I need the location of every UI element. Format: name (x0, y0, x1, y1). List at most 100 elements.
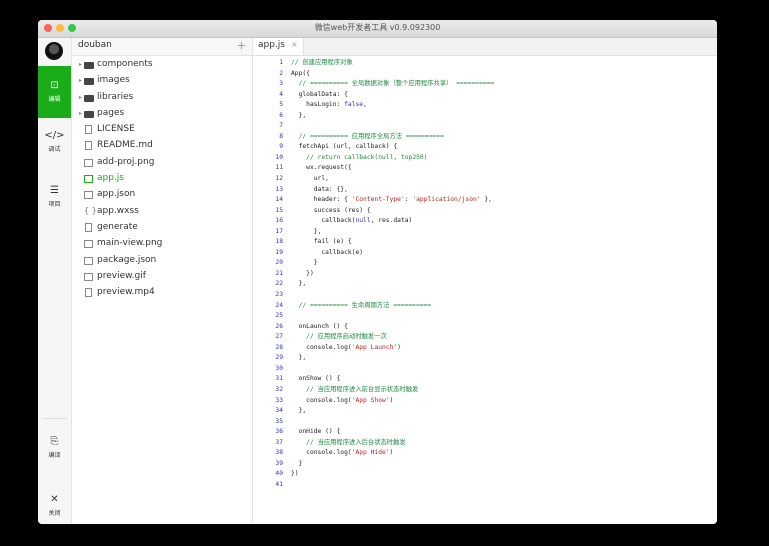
tab-close-icon[interactable]: × (291, 40, 298, 49)
file-tree-item[interactable]: add-proj.png (72, 156, 252, 172)
activity-label: 编辑 (48, 96, 61, 103)
code-text: // 应用程序启动时触发一次 (291, 333, 387, 341)
file-name: app.wxss (97, 205, 139, 216)
image-file-icon (84, 272, 93, 281)
code-line: 38 console.log('App Hide') (253, 448, 717, 459)
code-text: fetchApi (url, callback) { (291, 143, 398, 151)
code-line: 39 } (253, 459, 717, 470)
file-name: package.json (97, 254, 157, 265)
code-line: 8 // ========== 应用程序全局方法 ========== (253, 132, 717, 143)
file-tree-item[interactable]: main-view.png (72, 237, 252, 253)
project-name: douban (78, 40, 112, 50)
chevron-right-icon[interactable]: ▸ (79, 94, 82, 101)
file-tree-item[interactable]: { } app.wxss (72, 205, 252, 221)
file-name: preview.mp4 (97, 287, 155, 298)
file-tree-item[interactable]: app.json (72, 188, 252, 204)
file-name: main-view.png (97, 238, 163, 249)
activity-label: 编译 (48, 452, 61, 459)
code-text: success (res) { (291, 206, 371, 214)
line-number: 9 (279, 143, 283, 151)
code-line: 11 wx.request({ (253, 163, 717, 174)
file-tree-item[interactable]: app.js (72, 172, 252, 188)
activity-editor-button[interactable]: ⊡ 编辑 (38, 66, 71, 118)
code-line: 10 // return callback(null, top250) (253, 153, 717, 164)
file-name: README.md (97, 140, 153, 151)
file-tree-item[interactable]: README.md (72, 139, 252, 155)
file-tree-item[interactable]: generate (72, 221, 252, 237)
activity-project-button[interactable]: ☰ 项目 (38, 179, 71, 219)
debug-icon: </> (44, 130, 65, 141)
file-tree-item[interactable]: ▸ libraries (72, 91, 252, 107)
title-bar: 微信web开发者工具 v0.9.092300 (38, 20, 717, 38)
file-tree-item[interactable]: ▸ pages (72, 107, 252, 123)
activity-label: 关闭 (48, 510, 61, 517)
file-tree-item[interactable]: ▸ images (72, 74, 252, 90)
code-line: 28 console.log('App Launch') (253, 343, 717, 354)
code-text: }) (291, 269, 314, 277)
code-text: header: { 'Content-Type': 'application/j… (291, 196, 492, 204)
tab-app-js[interactable]: app.js × (253, 38, 304, 55)
file-tree-item[interactable]: preview.gif (72, 270, 252, 286)
file-tree-item[interactable]: package.json (72, 254, 252, 270)
code-text: console.log('App Show') (291, 396, 394, 404)
code-line: 15 success (res) { (253, 206, 717, 217)
folder-icon (84, 78, 94, 86)
line-number: 29 (275, 354, 283, 362)
file-name: app.js (97, 173, 124, 184)
line-number: 34 (275, 407, 283, 415)
image-file-icon (84, 240, 93, 249)
code-area[interactable]: 1 // 创建应用程序对象 2 App({3 // ========== 全局数据对象… (253, 58, 717, 490)
code-text: }, (291, 354, 307, 362)
file-name: components (97, 59, 153, 69)
code-line: 12 url, (253, 174, 717, 185)
activity-close-button[interactable]: ✕ 关闭 (38, 488, 71, 524)
code-text: console.log('App Launch') (291, 343, 401, 351)
line-number: 39 (275, 459, 283, 467)
code-line: 32 // 当应用程序进入前台显示状态时触发 (253, 385, 717, 396)
add-file-button[interactable]: + (237, 39, 246, 52)
line-number: 22 (275, 280, 283, 288)
line-number: 3 (279, 80, 283, 88)
code-text: } (291, 459, 303, 467)
window-title: 微信web开发者工具 v0.9.092300 (314, 23, 441, 32)
code-line: 27 // 应用程序启动时触发一次 (253, 332, 717, 343)
line-number: 2 (279, 69, 283, 77)
tab-bar: app.js × (253, 38, 717, 56)
line-number: 11 (275, 164, 283, 172)
code-editor: app.js × 1 // 创建应用程序对象 2 App({3 // ========… (253, 38, 717, 524)
line-number: 8 (279, 132, 283, 140)
line-number: 7 (279, 122, 283, 130)
file-tree-item[interactable]: LICENSE (72, 123, 252, 139)
line-number: 36 (275, 428, 283, 436)
chevron-right-icon[interactable]: ▸ (79, 77, 82, 84)
code-line: 19 callback(e) (253, 248, 717, 259)
code-line: 2 App({ (253, 69, 717, 80)
image-file-icon (84, 175, 93, 184)
code-line: 13 data: {}, (253, 185, 717, 196)
code-line: 23 (253, 290, 717, 301)
line-number: 35 (275, 417, 283, 425)
code-text: console.log('App Hide') (291, 449, 394, 457)
chevron-right-icon[interactable]: ▸ (79, 110, 82, 117)
file-tree-item[interactable]: ▸ components (72, 58, 252, 74)
code-line: 33 console.log('App Show') (253, 396, 717, 407)
code-line: 36 onHide () { (253, 427, 717, 438)
code-text: callback(e) (291, 248, 364, 256)
line-number: 18 (275, 238, 283, 246)
code-line: 14 header: { 'Content-Type': 'applicatio… (253, 195, 717, 206)
avatar[interactable] (45, 42, 63, 60)
activity-label: 调试 (48, 146, 61, 153)
line-number: 19 (275, 248, 283, 256)
line-number: 33 (275, 396, 283, 404)
code-line: 41 (253, 480, 717, 491)
file-tree-item[interactable]: preview.mp4 (72, 286, 252, 302)
code-line: 6 }, (253, 111, 717, 122)
close-icon: ✕ (50, 494, 59, 505)
code-text: // 当应用程序进入后台状态时触发 (291, 438, 406, 446)
activity-debug-button[interactable]: </> 调试 (38, 124, 71, 164)
code-text: callback(null, res.data) (291, 217, 413, 225)
activity-compile-button[interactable]: ⎘ 编译 (38, 430, 71, 470)
chevron-right-icon[interactable]: ▸ (79, 61, 82, 68)
folder-icon (84, 110, 94, 118)
compile-icon: ⎘ (50, 436, 59, 447)
